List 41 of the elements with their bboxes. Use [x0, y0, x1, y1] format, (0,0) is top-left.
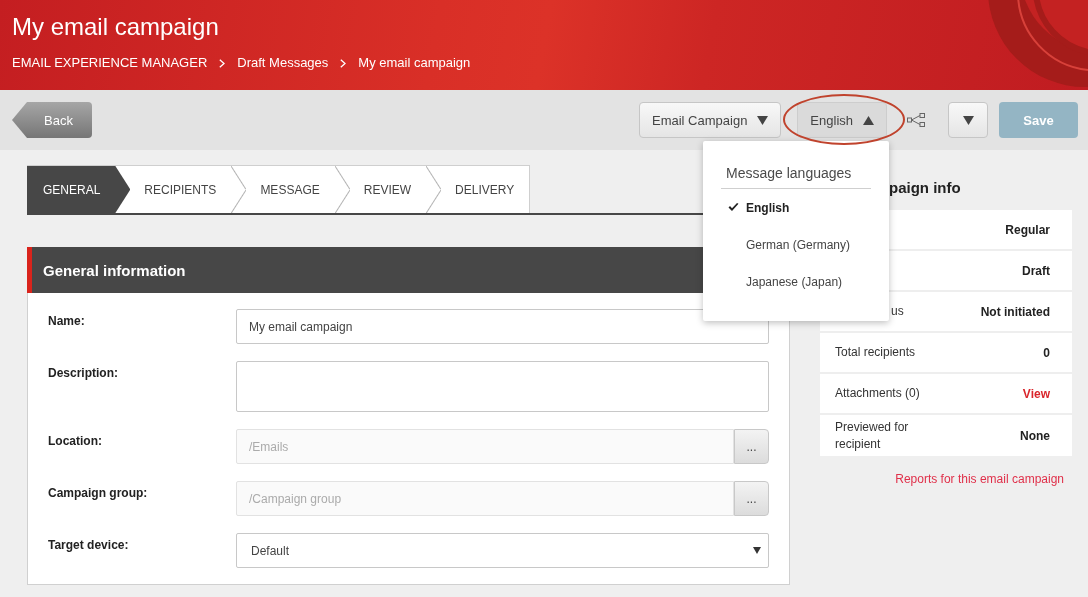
info-value: Not initiated — [980, 304, 1050, 319]
chevron-right-icon — [219, 58, 226, 68]
field-label: Description: — [48, 365, 119, 380]
info-label: Total recipients — [835, 344, 916, 361]
info-label: us — [891, 303, 904, 320]
campaign-type-dropdown[interactable]: Email Campaign — [639, 102, 782, 138]
caret-down-icon — [753, 547, 761, 554]
info-label: Attachments (0) — [835, 385, 920, 402]
breadcrumb-link[interactable]: EMAIL EXPERIENCE MANAGER — [12, 55, 208, 71]
caret-down-icon — [962, 115, 974, 125]
field-label: Target device: — [48, 537, 130, 552]
language-option[interactable]: English — [721, 189, 871, 226]
info-value: None — [1020, 428, 1050, 443]
caret-down-icon — [757, 115, 769, 125]
language-option[interactable]: German (Germany) — [721, 226, 871, 263]
info-label: Previewed for recipient — [835, 418, 910, 453]
info-value: 0 — [1043, 345, 1050, 360]
check-icon — [728, 203, 739, 212]
info-value: Regular — [1005, 222, 1050, 237]
info-value: Draft — [1022, 263, 1050, 278]
reports-link[interactable]: Reports for this email campaign — [895, 471, 1064, 487]
breadcrumb-link[interactable]: Draft Messages — [237, 55, 329, 71]
caret-up-icon — [863, 115, 874, 125]
language-option[interactable]: Japanese (Japan) — [721, 263, 871, 300]
chevron-right-icon — [340, 58, 347, 68]
select-field[interactable]: Default — [236, 533, 769, 568]
hierarchy-icon[interactable] — [907, 113, 925, 127]
breadcrumb-link[interactable]: My email campaign — [358, 55, 471, 71]
wizard-step-tab[interactable]: GENERAL — [27, 166, 131, 213]
panel-title: General information — [43, 261, 186, 279]
info-title: paign info — [889, 178, 962, 198]
info-link[interactable]: View — [1022, 386, 1050, 401]
language-dropdown[interactable]: English — [797, 102, 887, 138]
field-label: Location: — [48, 433, 103, 448]
page-title: My email campaign — [12, 12, 220, 42]
field-label: Name: — [48, 313, 86, 328]
field-label: Campaign group: — [48, 485, 149, 500]
text-field[interactable]: My email campaign — [236, 309, 769, 344]
more-dropdown-button[interactable] — [948, 102, 988, 138]
menu-heading: Message languages — [721, 165, 871, 189]
text-area-field[interactable] — [236, 361, 769, 412]
